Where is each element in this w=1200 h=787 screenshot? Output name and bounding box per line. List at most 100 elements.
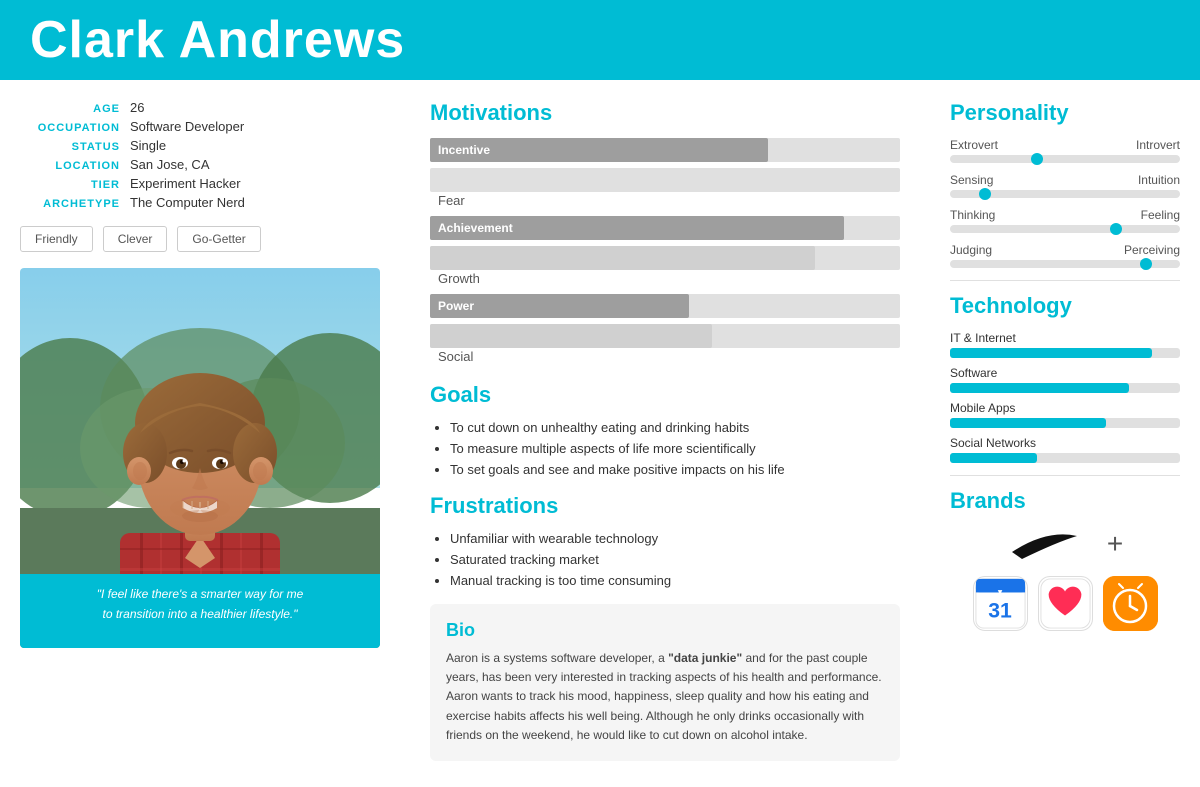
goals-section: Goals To cut down on unhealthy eating an… (430, 382, 900, 477)
tech-bar (950, 418, 1106, 428)
left-panel: AGE 26 OCCUPATION Software Developer STA… (0, 80, 400, 787)
motivation-label-social: Social (430, 345, 481, 368)
personality-right-label: Perceiving (1124, 243, 1180, 257)
motivation-label-incentive: Incentive (438, 143, 490, 157)
tech-social: Social Networks (950, 436, 1180, 463)
motivation-growth: Growth (430, 246, 900, 288)
personality-right-label: Feeling (1141, 208, 1180, 222)
photo-svg: "I feel like there's a smarter way for m… (20, 268, 380, 648)
personality-thinking-feeling: Thinking Feeling (950, 208, 1180, 233)
location-value: San Jose, CA (130, 157, 210, 172)
personality-right-label: Introvert (1136, 138, 1180, 152)
age-label: AGE (20, 103, 120, 115)
occupation-value: Software Developer (130, 119, 244, 134)
personality-title: Personality (950, 100, 1180, 126)
tech-mobile: Mobile Apps (950, 401, 1180, 428)
archetype-row: ARCHETYPE The Computer Nerd (20, 195, 380, 210)
header: Clark Andrews (0, 0, 1200, 80)
brands-top-row: + (950, 524, 1180, 564)
motivation-social: Social (430, 324, 900, 366)
bio-text: Aaron is a systems software developer, a… (446, 649, 884, 745)
tag-friendly: Friendly (20, 226, 93, 252)
personality-sensing-intuition: Sensing Intuition (950, 173, 1180, 198)
brands-bottom-row: 31 ▼ (950, 576, 1180, 631)
personality-right-label: Intuition (1138, 173, 1180, 187)
motivation-achievement: Achievement (430, 216, 900, 240)
divider (950, 280, 1180, 281)
motivation-label-growth: Growth (430, 267, 488, 290)
plus-brand-icon: + (1107, 528, 1123, 560)
tech-label: IT & Internet (950, 331, 1180, 345)
personality-extrovert-introvert: Extrovert Introvert (950, 138, 1180, 163)
frustration-item: Unfamiliar with wearable technology (450, 531, 900, 546)
personality-left-label: Thinking (950, 208, 995, 222)
tech-label: Software (950, 366, 1180, 380)
frustrations-section: Frustrations Unfamiliar with wearable te… (430, 493, 900, 588)
brands-title: Brands (950, 488, 1180, 514)
motivation-incentive: Incentive (430, 138, 900, 162)
tech-bar (950, 453, 1037, 463)
technology-section: Technology IT & Internet Software Mobile… (950, 293, 1180, 463)
motivation-label-fear: Fear (430, 189, 473, 212)
tech-label: Social Networks (950, 436, 1180, 450)
frustration-item: Saturated tracking market (450, 552, 900, 567)
motivations-list: Incentive Fear Achievement (430, 138, 900, 366)
personality-left-label: Sensing (950, 173, 993, 187)
middle-panel: Motivations Incentive Fear (400, 80, 930, 787)
goals-title: Goals (430, 382, 900, 408)
info-table: AGE 26 OCCUPATION Software Developer STA… (20, 100, 380, 210)
age-row: AGE 26 (20, 100, 380, 115)
personality-section: Personality Extrovert Introvert Sensing … (950, 100, 1180, 268)
tags-row: Friendly Clever Go-Getter (20, 226, 380, 252)
motivation-label-power: Power (438, 299, 474, 313)
svg-text:31: 31 (988, 599, 1012, 622)
motivations-title: Motivations (430, 100, 900, 126)
archetype-label: ARCHETYPE (20, 198, 120, 210)
occupation-row: OCCUPATION Software Developer (20, 119, 380, 134)
tech-software: Software (950, 366, 1180, 393)
personality-thumb (1110, 223, 1122, 235)
svg-text:"I feel like there's a smarter: "I feel like there's a smarter way for m… (97, 587, 304, 601)
status-row: STATUS Single (20, 138, 380, 153)
divider (950, 475, 1180, 476)
tech-it-internet: IT & Internet (950, 331, 1180, 358)
bio-section: Bio Aaron is a systems software develope… (430, 604, 900, 761)
archetype-value: The Computer Nerd (130, 195, 245, 210)
personality-left-label: Judging (950, 243, 992, 257)
alarm-app-icon (1103, 576, 1158, 631)
frustrations-list: Unfamiliar with wearable technology Satu… (430, 531, 900, 588)
goals-list: To cut down on unhealthy eating and drin… (430, 420, 900, 477)
tag-go-getter: Go-Getter (177, 226, 260, 252)
personality-thumb (1031, 153, 1043, 165)
bio-title: Bio (446, 620, 884, 641)
svg-text:to transition into a healthier: to transition into a healthier lifestyle… (102, 607, 298, 621)
frustrations-title: Frustrations (430, 493, 900, 519)
frustration-item: Manual tracking is too time consuming (450, 573, 900, 588)
svg-text:▼: ▼ (996, 587, 1004, 596)
tech-bar (950, 348, 1152, 358)
motivation-fear: Fear (430, 168, 900, 210)
tech-label: Mobile Apps (950, 401, 1180, 415)
google-calendar-icon: 31 ▼ (973, 576, 1028, 631)
tag-clever: Clever (103, 226, 168, 252)
brands-section: Brands + 31 (950, 488, 1180, 631)
location-label: LOCATION (20, 160, 120, 172)
age-value: 26 (130, 100, 144, 115)
personality-thumb (979, 188, 991, 200)
main-content: AGE 26 OCCUPATION Software Developer STA… (0, 80, 1200, 787)
nike-brand-icon (1007, 524, 1087, 564)
location-row: LOCATION San Jose, CA (20, 157, 380, 172)
profile-photo: "I feel like there's a smarter way for m… (20, 268, 380, 648)
personality-left-label: Extrovert (950, 138, 998, 152)
health-app-icon (1038, 576, 1093, 631)
page-title: Clark Andrews (30, 10, 405, 70)
tier-label: TIER (20, 179, 120, 191)
motivation-label-achievement: Achievement (438, 221, 513, 235)
tech-bar (950, 383, 1129, 393)
tier-row: TIER Experiment Hacker (20, 176, 380, 191)
occupation-label: OCCUPATION (20, 122, 120, 134)
goal-item: To measure multiple aspects of life more… (450, 441, 900, 456)
tier-value: Experiment Hacker (130, 176, 241, 191)
status-value: Single (130, 138, 166, 153)
goal-item: To cut down on unhealthy eating and drin… (450, 420, 900, 435)
